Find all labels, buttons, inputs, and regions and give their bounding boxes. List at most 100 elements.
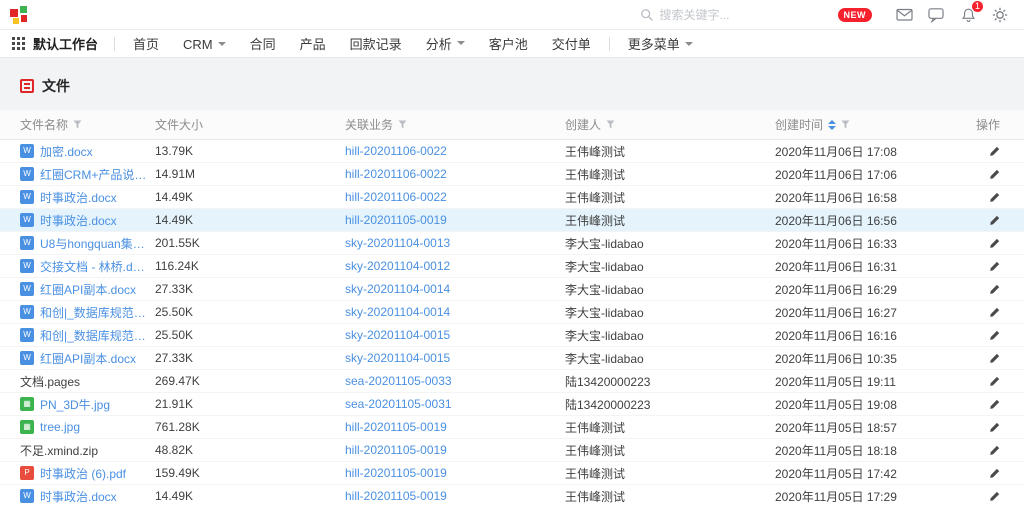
related-business-link[interactable]: hill-20201106-0022: [345, 190, 447, 204]
file-size: 14.49K: [155, 190, 345, 204]
related-business-link[interactable]: sky-20201104-0015: [345, 328, 450, 342]
file-name-link[interactable]: 时事政治.docx: [40, 212, 117, 229]
apps-grid-icon[interactable]: [12, 37, 25, 50]
table-row[interactable]: W 时事政治.docx 14.49K hill-20201105-0019 王伟…: [0, 485, 1024, 507]
table-row[interactable]: W 时事政治.docx 14.49K hill-20201106-0022 王伟…: [0, 186, 1024, 209]
edit-icon[interactable]: [989, 307, 1000, 318]
gear-icon[interactable]: [991, 6, 1009, 24]
nav-item-customer-pool[interactable]: 客户池: [477, 29, 540, 57]
file-name-link[interactable]: tree.jpg: [40, 420, 80, 434]
edit-icon[interactable]: [989, 192, 1000, 203]
file-size: 25.50K: [155, 305, 345, 319]
related-business-link[interactable]: hill-20201105-0019: [345, 213, 447, 227]
edit-icon[interactable]: [989, 376, 1000, 387]
table-row[interactable]: W 加密.docx 13.79K hill-20201106-0022 王伟峰测…: [0, 140, 1024, 163]
related-business-link[interactable]: hill-20201105-0019: [345, 466, 447, 480]
table-row[interactable]: ▦ PN_3D牛.jpg 21.91K sea-20201105-0031 陆1…: [0, 393, 1024, 416]
table-row[interactable]: 文档.pages 269.47K sea-20201105-0033 陆1342…: [0, 370, 1024, 393]
table-row[interactable]: W 红圈CRM+产品说明201901_前端... 14.91M hill-202…: [0, 163, 1024, 186]
table-row[interactable]: P 时事政治 (6).pdf 159.49K hill-20201105-001…: [0, 462, 1024, 485]
column-header-creator: 创建人: [565, 116, 775, 133]
file-name-link[interactable]: U8与hongquan集成方案.docx: [40, 235, 147, 252]
file-name-link[interactable]: 时事政治.docx: [40, 488, 117, 505]
nav-item-home[interactable]: 首页: [121, 29, 171, 57]
file-name-link[interactable]: 红圈API副本.docx: [40, 281, 136, 298]
nav-divider: [114, 37, 115, 51]
app-logo-icon[interactable]: [10, 6, 28, 24]
file-name-link[interactable]: 红圈API副本.docx: [40, 350, 136, 367]
filter-icon[interactable]: [398, 120, 407, 129]
mail-icon[interactable]: [895, 6, 913, 24]
table-row[interactable]: W U8与hongquan集成方案.docx 201.55K sky-20201…: [0, 232, 1024, 255]
table-row[interactable]: 不足.xmind.zip 48.82K hill-20201105-0019 王…: [0, 439, 1024, 462]
edit-icon[interactable]: [989, 261, 1000, 272]
related-business-link[interactable]: hill-20201106-0022: [345, 144, 447, 158]
related-business-link[interactable]: hill-20201105-0019: [345, 489, 447, 503]
file-name-link[interactable]: 加密.docx: [40, 143, 93, 160]
nav-item-payment-records[interactable]: 回款记录: [338, 29, 414, 57]
edit-icon[interactable]: [989, 215, 1000, 226]
filter-icon[interactable]: [73, 120, 82, 129]
chevron-down-icon: [685, 42, 693, 46]
file-name-link[interactable]: 交接文档 - 林桥.docx: [40, 258, 147, 275]
file-name-link[interactable]: 和创|_数据库规范_20171124.doc: [40, 304, 147, 321]
bell-icon[interactable]: 1: [959, 6, 977, 24]
table-row[interactable]: W 红圈API副本.docx 27.33K sky-20201104-0014 …: [0, 278, 1024, 301]
chat-icon[interactable]: [927, 6, 945, 24]
file-name-link[interactable]: 时事政治.docx: [40, 189, 117, 206]
search-input[interactable]: [660, 8, 780, 22]
file-name-link[interactable]: 和创|_数据库规范_20171124.doc: [40, 327, 147, 344]
nav-item-product[interactable]: 产品: [288, 29, 338, 57]
file-name-link[interactable]: 红圈CRM+产品说明201901_前端...: [40, 166, 147, 183]
nav-item-crm[interactable]: CRM: [171, 30, 238, 58]
edit-icon[interactable]: [989, 399, 1000, 410]
table-row[interactable]: W 和创|_数据库规范_20171124.doc 25.50K sky-2020…: [0, 301, 1024, 324]
related-business-link[interactable]: sea-20201105-0033: [345, 374, 452, 388]
search-box[interactable]: [640, 8, 790, 22]
edit-icon[interactable]: [989, 146, 1000, 157]
file-name-link[interactable]: PN_3D牛.jpg: [40, 396, 110, 413]
related-business-link[interactable]: sea-20201105-0031: [345, 397, 452, 411]
column-header-related-business: 关联业务: [345, 116, 565, 133]
filter-icon[interactable]: [606, 120, 615, 129]
edit-icon[interactable]: [989, 284, 1000, 295]
related-business-link[interactable]: hill-20201106-0022: [345, 167, 447, 181]
related-business-link[interactable]: sky-20201104-0014: [345, 305, 450, 319]
related-business-link[interactable]: hill-20201105-0019: [345, 420, 447, 434]
related-business-link[interactable]: sky-20201104-0013: [345, 236, 450, 250]
file-name-link[interactable]: 时事政治 (6).pdf: [40, 465, 126, 482]
edit-icon[interactable]: [989, 445, 1000, 456]
doc-file-icon: W: [20, 351, 34, 365]
operations-cell: [975, 422, 1024, 433]
file-name-cell: 文档.pages: [20, 373, 155, 390]
column-label: 创建人: [565, 116, 601, 133]
nav-item-delivery-order[interactable]: 交付单: [540, 29, 603, 57]
table-row[interactable]: ▦ tree.jpg 761.28K hill-20201105-0019 王伟…: [0, 416, 1024, 439]
edit-icon[interactable]: [989, 422, 1000, 433]
nav-item-more-menu[interactable]: 更多菜单: [616, 30, 705, 58]
related-business-link[interactable]: sky-20201104-0012: [345, 259, 450, 273]
operations-cell: [975, 307, 1024, 318]
edit-icon[interactable]: [989, 238, 1000, 249]
edit-icon[interactable]: [989, 491, 1000, 502]
workspace-title[interactable]: 默认工作台: [33, 34, 98, 53]
create-time: 2020年11月06日 16:58: [775, 189, 975, 206]
edit-icon[interactable]: [989, 468, 1000, 479]
nav-item-contract[interactable]: 合同: [238, 29, 288, 57]
edit-icon[interactable]: [989, 330, 1000, 341]
table-row[interactable]: W 和创|_数据库规范_20171124.doc 25.50K sky-2020…: [0, 324, 1024, 347]
related-business-link[interactable]: sky-20201104-0015: [345, 351, 450, 365]
table-row[interactable]: W 交接文档 - 林桥.docx 116.24K sky-20201104-00…: [0, 255, 1024, 278]
related-business-link[interactable]: sky-20201104-0014: [345, 282, 450, 296]
filter-icon[interactable]: [841, 120, 850, 129]
table-row[interactable]: W 时事政治.docx 14.49K hill-20201105-0019 王伟…: [0, 209, 1024, 232]
sort-icon[interactable]: [828, 120, 836, 130]
edit-icon[interactable]: [989, 169, 1000, 180]
edit-icon[interactable]: [989, 353, 1000, 364]
create-time: 2020年11月05日 19:11: [775, 373, 975, 390]
related-business-link[interactable]: hill-20201105-0019: [345, 443, 447, 457]
nav-more-label: 更多菜单: [628, 34, 680, 53]
pdf-file-icon: P: [20, 466, 34, 480]
nav-item-analysis[interactable]: 分析: [414, 29, 477, 57]
table-row[interactable]: W 红圈API副本.docx 27.33K sky-20201104-0015 …: [0, 347, 1024, 370]
